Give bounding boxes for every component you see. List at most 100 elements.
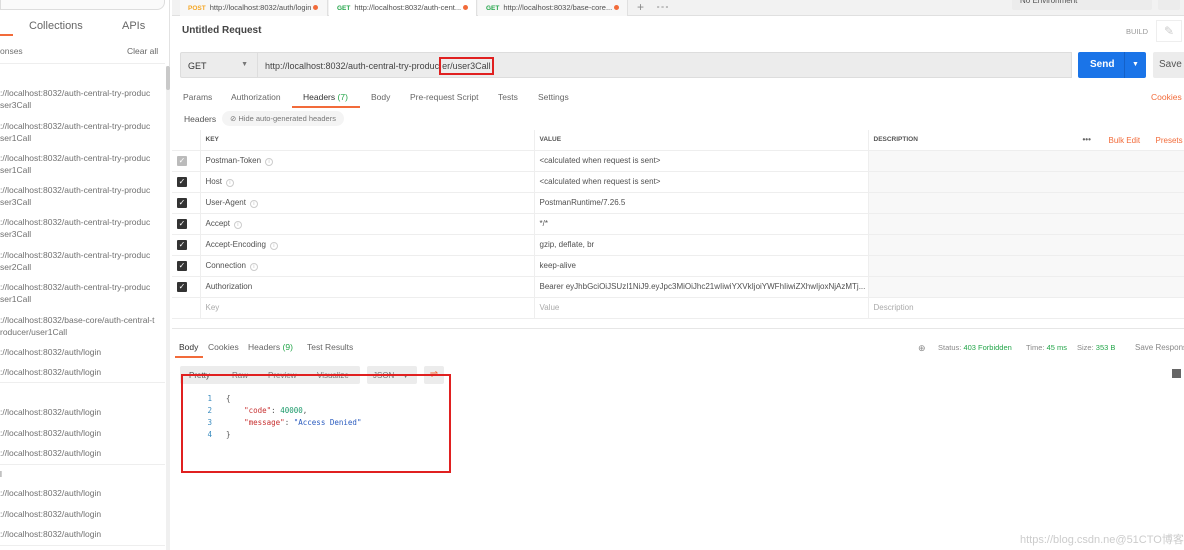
header-description[interactable] [868, 171, 1184, 193]
row-checkbox[interactable]: ✓ [177, 239, 187, 250]
header-value[interactable]: <calculated when request is sent> [540, 156, 661, 165]
history-item[interactable]: ://localhost:8032/auth-central-try-produ… [0, 120, 150, 144]
history-item-url-cont: ser3Call [0, 100, 32, 110]
search-box[interactable] [0, 0, 165, 10]
header-value[interactable]: gzip, deflate, br [540, 240, 595, 249]
tab-collections[interactable]: Collections [29, 20, 83, 32]
history-item[interactable]: ://localhost:8032/auth/login [0, 528, 101, 540]
response-tab-cookies[interactable]: Cookies [208, 342, 239, 352]
headers-label: Headers [184, 114, 217, 124]
history-item[interactable]: ://localhost:8032/auth/login [0, 508, 101, 520]
tab-tests[interactable]: Tests [498, 92, 518, 102]
clear-all-button[interactable]: Clear all [127, 45, 158, 57]
tab-request-2[interactable]: GET http://localhost:8032/auth-cent... [329, 0, 477, 16]
hide-auto-headers-button[interactable]: ⊘ Hide auto-generated headers [222, 111, 344, 126]
send-button[interactable]: Send ▼ [1078, 52, 1146, 78]
pencil-icon[interactable]: ✎ [1156, 20, 1182, 42]
history-item[interactable]: ://localhost:8032/auth-central-try-produ… [0, 249, 150, 273]
history-item[interactable]: ://localhost:8032/auth-central-try-produ… [0, 216, 150, 240]
description-input[interactable]: Description [868, 297, 1184, 319]
response-tab-test-results[interactable]: Test Results [307, 342, 353, 352]
header-key[interactable]: Connection [206, 261, 246, 270]
header-description[interactable] [868, 255, 1184, 277]
eye-icon[interactable] [1158, 0, 1180, 10]
save-button[interactable]: Save [1153, 52, 1184, 78]
row-checkbox[interactable]: ✓ [177, 176, 187, 187]
tab-headers[interactable]: Headers (7) [303, 92, 348, 102]
response-tab-headers[interactable]: Headers (9) [248, 342, 293, 352]
row-checkbox[interactable]: ✓ [177, 197, 187, 208]
history-item[interactable]: ://localhost:8032/auth/login [0, 346, 101, 358]
row-checkbox[interactable]: ✓ [177, 155, 187, 166]
method-select[interactable]: GET ▼ [180, 52, 258, 78]
history-item[interactable]: ://localhost:8032/auth/login [0, 427, 101, 439]
sidebar-scrollbar[interactable] [166, 66, 170, 550]
tab-pre-request-script[interactable]: Pre-request Script [410, 92, 479, 102]
header-description[interactable] [868, 150, 1184, 172]
more-options-icon[interactable]: ••• [1083, 135, 1091, 144]
send-dropdown-icon[interactable]: ▼ [1124, 52, 1146, 78]
new-tab-button[interactable]: + [637, 0, 644, 14]
history-item-url: ://localhost:8032/auth/login [0, 448, 102, 458]
tab-settings[interactable]: Settings [538, 92, 569, 102]
header-key[interactable]: Postman-Token [206, 156, 262, 165]
tab-apis[interactable]: APIs [122, 20, 145, 32]
info-icon[interactable]: i [265, 157, 274, 166]
bulk-edit-link[interactable]: Bulk Edit [1109, 136, 1141, 145]
header-description[interactable] [868, 276, 1184, 298]
url-input[interactable]: http://localhost:8032/auth-central-try-p… [257, 52, 1072, 78]
row-checkbox[interactable]: ✓ [177, 260, 187, 271]
history-item[interactable]: ://localhost:8032/auth-central-try-produ… [0, 184, 150, 208]
history-item[interactable]: ://localhost:8032/auth/login [0, 366, 101, 378]
history-item[interactable]: ://localhost:8032/base-core/auth-central… [0, 314, 155, 338]
history-item[interactable]: ://localhost:8032/auth-central-try-produ… [0, 87, 150, 111]
header-key[interactable]: Host [206, 177, 222, 186]
history-item-url: ://localhost:8032/auth/login [0, 407, 102, 417]
tab-request-1[interactable]: POST http://localhost:8032/auth/login [180, 0, 328, 16]
history-item[interactable]: ://localhost:8032/auth/login [0, 406, 101, 418]
globe-icon[interactable]: ⊕ [918, 343, 926, 354]
header-value[interactable]: <calculated when request is sent> [540, 177, 661, 186]
header-description[interactable] [868, 213, 1184, 235]
history-item[interactable]: ://localhost:8032/auth/login [0, 487, 101, 499]
tab-body[interactable]: Body [371, 92, 390, 102]
header-key[interactable]: Authorization [206, 282, 253, 291]
header-description[interactable] [868, 234, 1184, 256]
key-input[interactable]: Key [200, 297, 535, 319]
tab-request-3[interactable]: GET http://localhost:8032/base-core... [478, 0, 628, 16]
header-value[interactable]: PostmanRuntime/7.26.5 [540, 198, 626, 207]
tab-params[interactable]: Params [183, 92, 212, 102]
history-item-url: ://localhost:8032/auth/login [0, 529, 102, 539]
cookies-link[interactable]: Cookies [1151, 92, 1182, 102]
info-icon[interactable]: i [233, 220, 242, 229]
header-description[interactable] [868, 192, 1184, 214]
info-icon[interactable]: i [269, 241, 278, 250]
row-checkbox[interactable]: ✓ [177, 218, 187, 229]
hide-label: Hide auto-generated headers [238, 114, 336, 123]
col-description: DESCRIPTION [873, 136, 918, 144]
info-icon[interactable]: i [225, 178, 234, 187]
header-value[interactable]: Bearer eyJhbGciOiJSUzI1NiJ9.eyJpc3MiOiJh… [540, 282, 866, 291]
header-key[interactable]: Accept-Encoding [206, 240, 266, 249]
active-tab-underline [292, 106, 360, 108]
info-icon[interactable]: i [249, 262, 258, 271]
value-input[interactable]: Value [534, 297, 869, 319]
environment-select[interactable]: No Environment [1012, 0, 1152, 10]
tab-authorization[interactable]: Authorization [231, 92, 281, 102]
header-value[interactable]: keep-alive [540, 261, 576, 270]
presets-link[interactable]: Presets [1156, 136, 1183, 145]
chevron-down-icon: ▼ [241, 61, 248, 68]
header-value[interactable]: */* [540, 219, 548, 228]
watermark: https://blog.csdn.ne@51CTO博客 [1020, 534, 1184, 546]
history-item[interactable]: ://localhost:8032/auth-central-try-produ… [0, 152, 150, 176]
info-icon[interactable]: i [249, 199, 258, 208]
history-item[interactable]: ://localhost:8032/auth-central-try-produ… [0, 281, 150, 305]
copy-icon[interactable] [1172, 369, 1181, 378]
history-item[interactable]: ://localhost:8032/auth/login [0, 447, 101, 459]
tab-options-button[interactable]: ∘∘∘ [656, 3, 669, 11]
row-checkbox[interactable]: ✓ [177, 281, 187, 292]
response-tab-body[interactable]: Body [179, 342, 198, 352]
header-key[interactable]: User-Agent [206, 198, 246, 207]
header-key[interactable]: Accept [206, 219, 230, 228]
save-response-button[interactable]: Save Response [1135, 343, 1184, 352]
